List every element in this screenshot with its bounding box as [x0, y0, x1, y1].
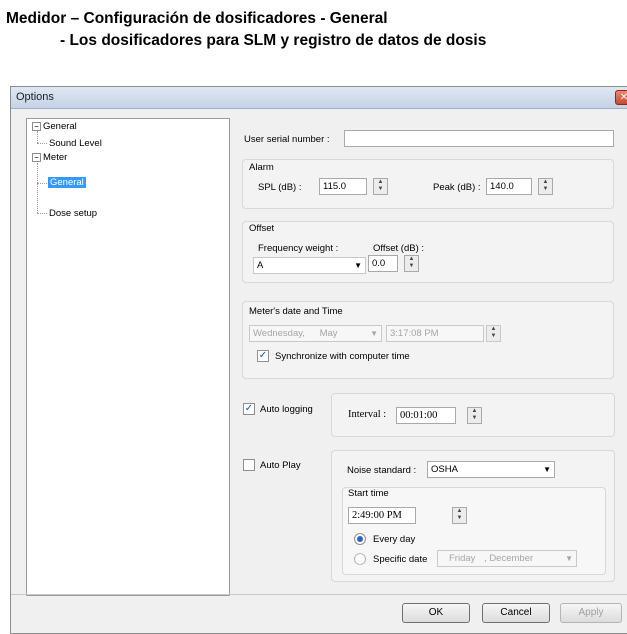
ok-button[interactable]: OK	[402, 603, 470, 623]
serial-number-input[interactable]	[344, 130, 614, 147]
alarm-group-title: Alarm	[249, 162, 274, 173]
cancel-button[interactable]: Cancel	[482, 603, 550, 623]
spin-down-icon[interactable]: ▼	[374, 186, 387, 193]
tree-item-label: Sound Level	[49, 138, 102, 149]
offset-input[interactable]: 0.0	[368, 255, 398, 272]
sync-time-checkbox[interactable]: ✓	[257, 350, 269, 362]
chevron-down-icon[interactable]: ▼	[354, 258, 362, 273]
specific-date-label: Specific date	[373, 554, 428, 565]
offset-group-title: Offset	[249, 223, 275, 234]
tree-item-label: General	[43, 121, 77, 132]
specific-date-radio[interactable]	[354, 553, 366, 565]
tree-item-dose-setup[interactable]: Dose setup	[49, 208, 97, 219]
close-icon: ✕	[619, 92, 627, 103]
date-day-value: Wednesday,	[253, 328, 305, 339]
close-button[interactable]: ✕	[615, 90, 627, 105]
meter-time-stepper[interactable]: ▲ ▼	[486, 325, 501, 342]
tree-item-sound-level[interactable]: Sound Level	[49, 138, 102, 149]
checkmark-icon: ✓	[258, 350, 268, 361]
apply-button[interactable]: Apply	[560, 603, 622, 623]
window-title: Options	[16, 91, 54, 103]
auto-logging-label: Auto logging	[260, 404, 313, 415]
frequency-weight-value: A	[257, 260, 264, 271]
noise-standard-select[interactable]: OSHA ▼	[427, 461, 555, 478]
tree-item-label: Dose setup	[49, 208, 98, 219]
start-time-input[interactable]: 2:49:00 PM	[348, 507, 416, 524]
meter-date-picker[interactable]: Wednesday, May ▼	[249, 325, 382, 342]
spl-label: SPL (dB) :	[258, 182, 302, 193]
meter-time-input[interactable]: 3:17:08 PM	[386, 325, 484, 342]
spin-up-icon[interactable]: ▲	[405, 256, 418, 263]
spin-up-icon[interactable]: ▲	[468, 408, 481, 415]
footer-divider	[11, 594, 627, 595]
auto-play-checkbox[interactable]	[243, 459, 255, 471]
spin-up-icon[interactable]: ▲	[487, 326, 500, 333]
specific-day-value: Friday	[449, 553, 476, 564]
auto-logging-checkbox[interactable]: ✓	[243, 403, 255, 415]
frequency-weight-select[interactable]: A ▼	[253, 257, 366, 274]
tree-connector	[37, 163, 38, 213]
start-time-title: Start time	[348, 488, 389, 499]
start-time-stepper[interactable]: ▲ ▼	[452, 507, 467, 524]
chevron-down-icon[interactable]: ▼	[543, 462, 551, 477]
tree-connector	[37, 143, 47, 144]
auto-play-label: Auto Play	[260, 460, 301, 471]
spl-input[interactable]: 115.0	[319, 178, 367, 195]
chevron-down-icon[interactable]: ▼	[370, 326, 378, 341]
peak-input[interactable]: 140.0	[486, 178, 532, 195]
date-month-value: May	[319, 328, 338, 339]
document-title: Medidor – Configuración de dosificadores…	[6, 8, 486, 52]
spl-stepper[interactable]: ▲ ▼	[373, 178, 388, 195]
radio-selected-dot	[357, 536, 363, 542]
spin-up-icon[interactable]: ▲	[539, 179, 552, 186]
document-title-line2: - Los dosificadores para SLM y registro …	[60, 32, 487, 49]
noise-standard-value: OSHA	[431, 464, 458, 475]
document-title-line1: Medidor – Configuración de dosificadores…	[6, 10, 388, 27]
peak-stepper[interactable]: ▲ ▼	[538, 178, 553, 195]
spin-up-icon[interactable]: ▲	[374, 179, 387, 186]
title-bar: Options ✕	[11, 87, 627, 109]
every-day-radio[interactable]	[354, 533, 366, 545]
peak-label: Peak (dB) :	[433, 182, 481, 193]
noise-standard-label: Noise standard :	[347, 465, 417, 476]
offset-stepper[interactable]: ▲ ▼	[404, 255, 419, 272]
tree-item-general[interactable]: − General	[32, 121, 77, 132]
interval-stepper[interactable]: ▲ ▼	[467, 407, 482, 424]
spin-down-icon[interactable]: ▼	[453, 515, 466, 522]
tree-item-meter[interactable]: − Meter	[32, 152, 67, 163]
serial-number-label: User serial number :	[244, 134, 330, 145]
tree-connector	[37, 213, 47, 214]
interval-input[interactable]: 00:01:00	[396, 407, 456, 424]
spin-down-icon[interactable]: ▼	[405, 263, 418, 270]
options-tree: − General Sound Level − Meter General Dose…	[26, 118, 230, 596]
chevron-down-icon[interactable]: ▼	[565, 551, 573, 566]
tree-item-label: Meter	[43, 152, 68, 163]
spin-down-icon[interactable]: ▼	[468, 415, 481, 422]
every-day-label: Every day	[373, 534, 416, 545]
tree-item-meter-general[interactable]: General	[48, 177, 86, 188]
spin-down-icon[interactable]: ▼	[487, 333, 500, 340]
datetime-group-title: Meter's date and Time	[249, 306, 343, 317]
specific-date-picker[interactable]: Friday , December ▼	[437, 550, 577, 567]
offset-db-label: Offset (dB) :	[373, 243, 425, 254]
interval-label: Interval :	[348, 409, 387, 420]
specific-month-value: , December	[484, 553, 534, 564]
collapse-icon[interactable]: −	[32, 153, 41, 162]
options-dialog: Options ✕ − General Sound Level − Meter Ge…	[10, 86, 627, 634]
tree-connector	[37, 183, 47, 184]
frequency-weight-label: Frequency weight :	[258, 243, 339, 254]
collapse-icon[interactable]: −	[32, 122, 41, 131]
tree-connector	[37, 131, 38, 143]
sync-time-label: Synchronize with computer time	[275, 351, 410, 362]
spin-down-icon[interactable]: ▼	[539, 186, 552, 193]
checkmark-icon: ✓	[244, 403, 254, 414]
tree-item-label: General	[48, 177, 86, 188]
spin-up-icon[interactable]: ▲	[453, 508, 466, 515]
